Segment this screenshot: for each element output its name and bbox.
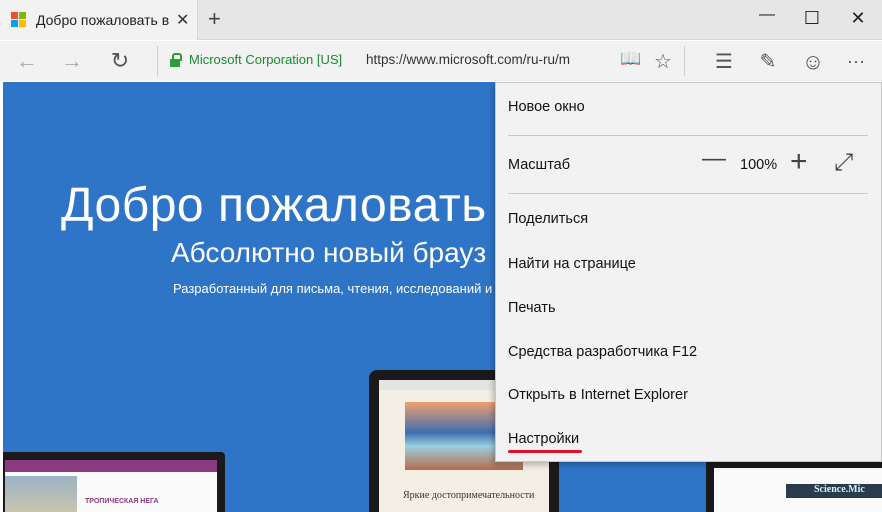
- laptop-screen: ТРОПИЧЕСКАЯ НЕГА: [5, 460, 217, 512]
- menu-open-in-ie[interactable]: Открыть в Internet Explorer: [508, 387, 688, 403]
- window-close-button[interactable]: ✕: [843, 8, 873, 29]
- web-note-icon[interactable]: ✎: [755, 49, 781, 74]
- menu-settings[interactable]: Настройки: [508, 431, 579, 447]
- favorite-star-icon[interactable]: ☆: [650, 49, 676, 74]
- laptop-page-header: [5, 460, 217, 472]
- feedback-smiley-icon[interactable]: ☺: [800, 49, 826, 75]
- laptop-image: ТРОПИЧЕСКАЯ НЕГА: [3, 452, 225, 512]
- menu-find-on-page[interactable]: Найти на странице: [508, 256, 636, 272]
- zoom-out-button[interactable]: —: [702, 145, 726, 173]
- back-button[interactable]: ←: [12, 47, 42, 75]
- tab-close-icon[interactable]: ✕: [176, 10, 189, 30]
- settings-highlight-underline: [508, 450, 582, 453]
- tablet-article-title: Яркие достопримечательности: [403, 490, 535, 501]
- new-tab-button[interactable]: +: [208, 6, 221, 32]
- menu-print[interactable]: Печать: [508, 300, 556, 316]
- phone-screen: Science.Mic: [714, 468, 882, 512]
- phone-image: Science.Mic: [706, 460, 882, 512]
- menu-divider: [508, 193, 868, 194]
- laptop-photo: [5, 476, 77, 512]
- zoom-in-button[interactable]: +: [790, 145, 808, 179]
- separator: [684, 46, 685, 76]
- reading-view-icon[interactable]: 📖: [618, 49, 644, 69]
- browser-tab[interactable]: Добро пожаловать в Mic ✕: [0, 0, 198, 40]
- laptop-article-heading: ТРОПИЧЕСКАЯ НЕГА: [85, 498, 159, 505]
- hero-title: Добро пожаловать: [61, 179, 487, 232]
- menu-share[interactable]: Поделиться: [508, 211, 588, 227]
- address-field[interactable]: https://www.microsoft.com/ru-ru/m: [366, 52, 570, 67]
- zoom-value: 100%: [740, 157, 778, 173]
- separator: [157, 46, 158, 76]
- lock-icon[interactable]: [170, 53, 182, 67]
- menu-zoom-label: Масштаб: [508, 157, 571, 173]
- menu-new-window[interactable]: Новое окно: [508, 99, 585, 115]
- hero-description: Разработанный для письма, чтения, исслед…: [173, 281, 493, 296]
- hub-icon[interactable]: ☰: [711, 49, 737, 74]
- forward-button[interactable]: →: [57, 47, 87, 75]
- more-actions-button[interactable]: ···: [843, 51, 869, 72]
- hero-subtitle: Абсолютно новый брауз: [171, 237, 487, 268]
- phone-site-brand: Science.Mic: [814, 484, 865, 495]
- certificate-label[interactable]: Microsoft Corporation [US]: [189, 52, 342, 67]
- microsoft-logo-icon: [11, 12, 27, 28]
- fullscreen-icon[interactable]: ⤢: [834, 149, 853, 177]
- maximize-button[interactable]: ☐: [797, 8, 827, 29]
- navigation-bar: ← → ↻ Microsoft Corporation [US] https:/…: [0, 41, 882, 81]
- minimize-button[interactable]: —: [752, 6, 782, 24]
- title-bar: Добро пожаловать в Mic ✕ + — ☐ ✕: [0, 0, 882, 40]
- tab-title: Добро пожаловать в Mic: [36, 12, 170, 28]
- more-actions-menu: Новое окно Масштаб — 100% + ⤢ Поделиться…: [495, 82, 882, 462]
- menu-developer-tools[interactable]: Средства разработчика F12: [508, 344, 697, 360]
- refresh-button[interactable]: ↻: [105, 47, 135, 75]
- menu-divider: [508, 135, 868, 136]
